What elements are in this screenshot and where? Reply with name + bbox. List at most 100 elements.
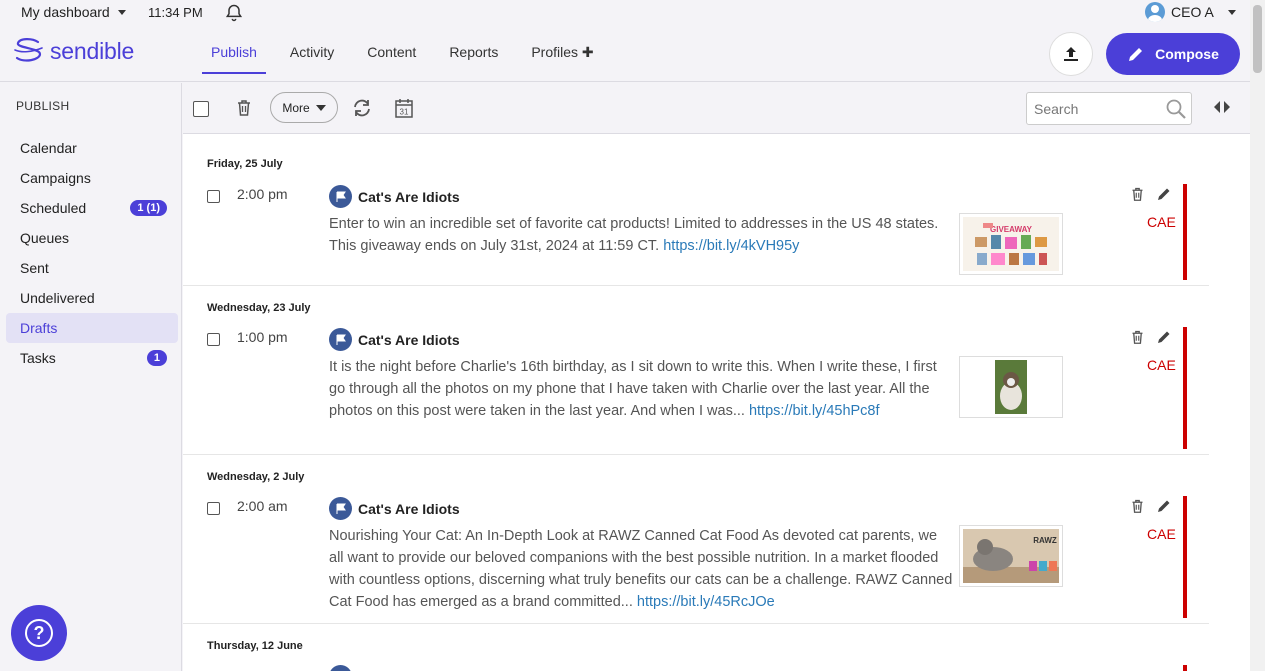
sidebar-item-label: Calendar	[20, 140, 77, 156]
post-profile[interactable]: Cat's Are Idiots	[329, 328, 460, 351]
post-body[interactable]: Enter to win an incredible set of favori…	[329, 213, 955, 257]
sidebar-item-drafts[interactable]: Drafts	[6, 313, 178, 343]
list-item: Friday, 25 July 2:00 pm Cat's Are Idiots…	[183, 134, 1209, 286]
post-text: Enter to win an incredible set of favori…	[329, 216, 939, 254]
logo-text: sendible	[50, 37, 135, 64]
profile-name: Cat's Are Idiots	[358, 188, 460, 205]
sidebar-item-scheduled[interactable]: Scheduled 1 (1)	[6, 193, 178, 223]
post-date: Friday, 25 July	[207, 158, 283, 170]
svg-text:31: 31	[400, 108, 409, 117]
profile-name: Cat's Are Idiots	[358, 500, 460, 517]
post-profile[interactable]: Cat's Are Idiots	[329, 497, 460, 520]
sidebar-item-queues[interactable]: Queues	[6, 223, 178, 253]
tab-content[interactable]: Content	[358, 44, 425, 74]
sidebar-item-label: Queues	[20, 230, 70, 246]
post-checkbox[interactable]	[207, 190, 220, 203]
upload-icon	[1064, 47, 1078, 61]
list-item: Thursday, 12 June	[183, 624, 1209, 671]
upload-button[interactable]	[1049, 32, 1093, 76]
sendible-logo-icon	[14, 38, 43, 62]
sidebar-item-calendar[interactable]: Calendar	[6, 133, 178, 163]
search-input[interactable]	[1027, 93, 1157, 124]
list-item: Wednesday, 23 July 1:00 pm Cat's Are Idi…	[183, 286, 1209, 455]
post-thumbnail[interactable]	[959, 356, 1063, 418]
post-checkbox[interactable]	[207, 333, 220, 346]
tab-reports[interactable]: Reports	[440, 44, 507, 74]
sidebar-item-label: Sent	[20, 260, 49, 276]
flag-icon	[329, 328, 352, 351]
post-link[interactable]: https://bit.ly/45hPc8f	[749, 403, 880, 419]
bell-icon[interactable]	[224, 3, 244, 28]
tab-activity[interactable]: Activity	[281, 44, 343, 74]
logo[interactable]: sendible	[12, 36, 134, 66]
post-date: Wednesday, 2 July	[207, 471, 305, 483]
search-icon[interactable]	[1165, 98, 1187, 120]
scrollbar-thumb[interactable]	[1253, 5, 1262, 73]
edit-post-icon[interactable]	[1156, 186, 1172, 207]
sidebar-item-label: Scheduled	[20, 200, 87, 216]
giveaway-image: GIVEAWAY	[963, 217, 1059, 271]
trash-icon[interactable]	[235, 98, 253, 122]
sidebar-item-tasks[interactable]: Tasks 1	[6, 343, 178, 373]
post-date: Thursday, 12 June	[207, 640, 303, 652]
post-date: Wednesday, 23 July	[207, 302, 311, 314]
delete-post-icon[interactable]	[1130, 498, 1145, 519]
help-icon: ?	[25, 619, 53, 647]
profile-tag: CAE	[1147, 526, 1176, 542]
tab-publish[interactable]: Publish	[202, 44, 266, 74]
collapse-panel-icon[interactable]	[1213, 100, 1231, 119]
post-checkbox[interactable]	[207, 502, 220, 515]
post-body[interactable]: It is the night before Charlie's 16th bi…	[329, 356, 955, 422]
search-box[interactable]	[1026, 92, 1192, 125]
refresh-icon[interactable]	[351, 98, 373, 123]
chevron-down-icon	[315, 104, 326, 111]
post-profile[interactable]: Cat's Are Idiots	[329, 185, 460, 208]
scrollbar[interactable]	[1250, 0, 1265, 671]
svg-text:RAWZ: RAWZ	[1033, 536, 1057, 545]
delete-post-icon[interactable]	[1130, 329, 1145, 350]
top-bar: My dashboard 11:34 PM CEO A sendible Pub…	[0, 0, 1250, 82]
user-menu[interactable]: CEO A	[1145, 2, 1236, 22]
profile-tag: CAE	[1147, 357, 1176, 373]
edit-post-icon[interactable]	[1156, 498, 1172, 519]
more-button[interactable]: More	[270, 92, 338, 123]
post-thumbnail[interactable]: RAWZ	[959, 525, 1063, 587]
status-bar	[1183, 184, 1187, 280]
post-thumbnail[interactable]: GIVEAWAY	[959, 213, 1063, 275]
edit-post-icon[interactable]	[1156, 329, 1172, 350]
sidebar-item-label: Campaigns	[20, 170, 91, 186]
status-bar	[1183, 327, 1187, 449]
chevron-down-icon	[117, 9, 126, 15]
pencil-icon	[1129, 48, 1143, 61]
flag-icon	[329, 497, 352, 520]
sidebar-item-sent[interactable]: Sent	[6, 253, 178, 283]
svg-text:GIVEAWAY: GIVEAWAY	[990, 225, 1033, 234]
calendar-icon[interactable]: 31	[394, 97, 414, 124]
sidebar-heading: PUBLISH	[16, 99, 70, 113]
clock: 11:34 PM	[148, 5, 203, 20]
sidebar: PUBLISH Calendar Campaigns Scheduled 1 (1…	[0, 83, 182, 671]
help-button[interactable]: ?	[11, 605, 67, 661]
toolbar: More 31	[183, 83, 1250, 134]
sidebar-item-campaigns[interactable]: Campaigns	[6, 163, 178, 193]
delete-post-icon[interactable]	[1130, 186, 1145, 207]
sidebar-item-label: Undelivered	[20, 290, 95, 306]
post-link[interactable]: https://bit.ly/45RcJOe	[637, 594, 775, 610]
dashboard-selector[interactable]: My dashboard	[21, 4, 126, 20]
sidebar-item-undelivered[interactable]: Undelivered	[6, 283, 178, 313]
count-badge: 1 (1)	[130, 200, 167, 216]
compose-button[interactable]: Compose	[1106, 33, 1240, 75]
post-time: 1:00 pm	[237, 329, 288, 345]
cat-photo-image	[963, 360, 1059, 414]
list-item: Wednesday, 2 July 2:00 am Cat's Are Idio…	[183, 455, 1209, 624]
dashboard-label: My dashboard	[21, 4, 110, 20]
post-body[interactable]: Nourishing Your Cat: An In-Depth Look at…	[329, 525, 955, 613]
chevron-down-icon	[1227, 9, 1236, 15]
avatar	[1145, 2, 1165, 22]
flag-icon	[329, 665, 352, 671]
post-link[interactable]: https://bit.ly/4kVH95y	[663, 238, 799, 254]
tab-profiles[interactable]: Profiles ✚	[522, 44, 602, 74]
user-name: CEO A	[1171, 4, 1214, 20]
sidebar-item-label: Tasks	[20, 350, 56, 366]
select-all-checkbox[interactable]	[193, 101, 209, 117]
